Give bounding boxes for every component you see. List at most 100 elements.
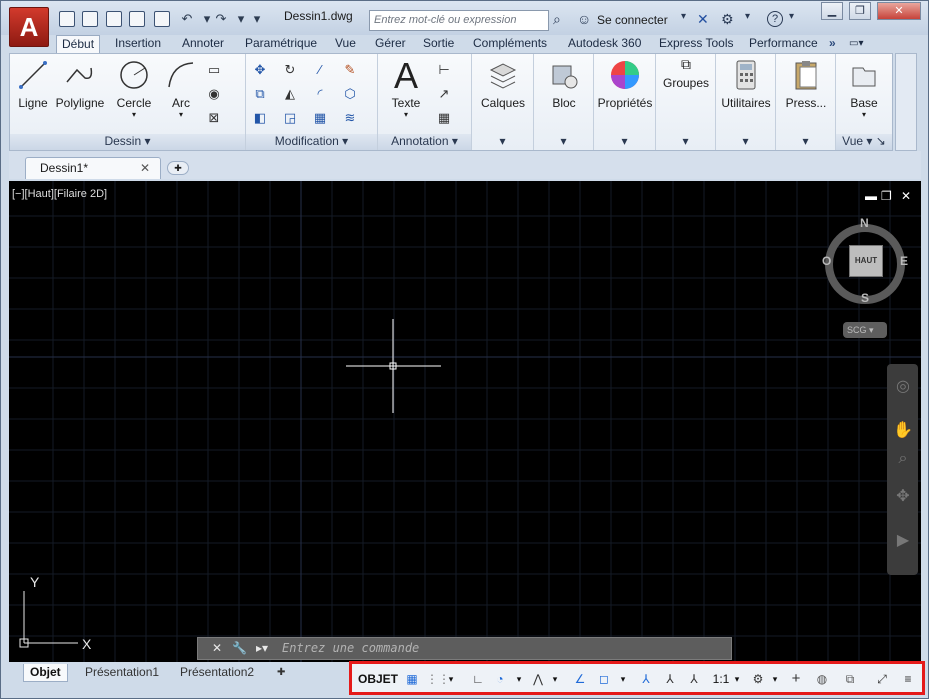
drawing-canvas[interactable]: [−][Haut][Filaire 2D] ▬ ❐ ✕ N S E O HAUT… bbox=[9, 181, 921, 662]
stretch-icon[interactable]: ◧ bbox=[252, 110, 268, 126]
redo-icon[interactable]: ↷ bbox=[213, 11, 229, 27]
print-icon[interactable] bbox=[154, 11, 170, 27]
save-as-icon[interactable] bbox=[129, 11, 145, 27]
qat-customize-icon[interactable]: ▾ bbox=[249, 11, 265, 27]
clipboard-button[interactable]: Press... bbox=[778, 58, 834, 110]
command-customize-icon[interactable]: 🔧 bbox=[232, 641, 247, 655]
workspace-gear-icon[interactable]: ⚙ bbox=[750, 671, 766, 687]
grid-icon[interactable]: ▦ bbox=[404, 671, 420, 687]
showmotion-icon[interactable]: ▶ bbox=[892, 530, 914, 552]
tab-insertion[interactable]: Insertion bbox=[110, 35, 166, 53]
properties-dropdown-icon[interactable]: ▾ bbox=[594, 134, 655, 150]
rectangle-icon[interactable]: ▭ bbox=[206, 62, 222, 78]
groups-dropdown-icon[interactable]: ▾ bbox=[656, 134, 715, 150]
compass-south[interactable]: S bbox=[861, 291, 869, 305]
isometric-dropdown-icon[interactable]: ▾ bbox=[550, 671, 560, 687]
leader-icon[interactable]: ↗ bbox=[436, 86, 452, 102]
new-file-icon[interactable] bbox=[59, 11, 75, 27]
search-input[interactable]: Entrez mot-clé ou expression bbox=[369, 10, 549, 31]
customization-menu-icon[interactable]: ≡ bbox=[900, 671, 916, 687]
tab-complements[interactable]: Compléments bbox=[468, 35, 552, 53]
sign-in-button[interactable]: Se connecter bbox=[597, 13, 668, 27]
viewport-restore-icon[interactable]: ❐ bbox=[881, 189, 892, 203]
text-button[interactable]: A Texte ▾ bbox=[386, 58, 426, 120]
help-icon[interactable]: ? bbox=[767, 11, 783, 27]
compass-north[interactable]: N bbox=[860, 216, 869, 230]
binoculars-icon[interactable]: ⌕ bbox=[553, 11, 561, 28]
annotation-visibility-icon[interactable]: ⅄ bbox=[638, 671, 654, 687]
new-document-tab-button[interactable]: ✚ bbox=[167, 161, 189, 175]
mirror-icon[interactable]: ◭ bbox=[282, 86, 298, 102]
array-icon[interactable]: ▦ bbox=[312, 110, 328, 126]
tab-gerer[interactable]: Gérer bbox=[370, 35, 411, 53]
exchange-icon[interactable]: ✕ bbox=[697, 11, 709, 28]
dimension-icon[interactable]: ⊢ bbox=[436, 62, 452, 78]
rotate-icon[interactable]: ↻ bbox=[282, 62, 298, 78]
properties-button[interactable]: Propriétés bbox=[596, 58, 654, 110]
panel-vue-title[interactable]: Vue ▾ ↘ bbox=[836, 134, 892, 150]
object-snap-tracking-icon[interactable]: ∠ bbox=[572, 671, 588, 687]
application-menu-button[interactable]: A bbox=[9, 7, 49, 47]
hardware-acceleration-icon[interactable]: ⧉ bbox=[842, 671, 858, 687]
steering-wheel-icon[interactable]: ◎ bbox=[892, 376, 914, 398]
tab-express-tools[interactable]: Express Tools bbox=[654, 35, 738, 53]
snap-icon[interactable]: ⋮⋮ bbox=[426, 671, 450, 687]
table-icon[interactable]: ▦ bbox=[436, 110, 452, 126]
workspace-dropdown-icon[interactable]: ▾ bbox=[770, 671, 780, 687]
panel-modification-title[interactable]: Modification ▾ bbox=[246, 134, 377, 150]
object-snap-icon[interactable]: ◻ bbox=[596, 671, 612, 687]
document-tab[interactable]: Dessin1* ✕ bbox=[25, 157, 161, 179]
open-file-icon[interactable] bbox=[82, 11, 98, 27]
viewport-minimize-icon[interactable]: ▬ bbox=[865, 189, 877, 203]
user-icon[interactable]: ☺ bbox=[577, 11, 591, 27]
panel-annotation-title[interactable]: Annotation ▾ bbox=[378, 134, 471, 150]
offset-icon[interactable]: ≋ bbox=[342, 110, 358, 126]
model-space-button[interactable]: OBJET bbox=[356, 671, 400, 687]
clipboard-dropdown-icon[interactable]: ▾ bbox=[776, 134, 835, 150]
help-dropdown-icon[interactable]: ▾ bbox=[789, 11, 794, 22]
tab-performance[interactable]: Performance bbox=[744, 35, 823, 53]
scale-icon[interactable]: ◲ bbox=[282, 110, 298, 126]
polyline-button[interactable]: Polyligne bbox=[54, 58, 106, 110]
fillet-icon[interactable]: ◜ bbox=[312, 86, 328, 102]
panel-dessin-title[interactable]: Dessin ▾ bbox=[10, 134, 245, 150]
orbit-icon[interactable]: ✥ bbox=[892, 486, 914, 508]
tab-parametrique[interactable]: Paramétrique bbox=[240, 35, 322, 53]
compass-east[interactable]: E bbox=[900, 254, 908, 268]
viewport-controls-label[interactable]: [−][Haut][Filaire 2D] bbox=[12, 188, 107, 200]
apps-dropdown-icon[interactable]: ▾ bbox=[745, 11, 750, 22]
utilities-dropdown-icon[interactable]: ▾ bbox=[716, 134, 775, 150]
clean-screen-icon[interactable]: ⤢ bbox=[874, 671, 890, 687]
maximize-button[interactable]: ❐ bbox=[849, 2, 871, 20]
scale-dropdown-icon[interactable]: ▾ bbox=[732, 671, 742, 687]
redo-dropdown-icon[interactable]: ▾ bbox=[233, 11, 249, 27]
hatch-icon[interactable]: ◉ bbox=[206, 86, 222, 102]
auto-scale-icon[interactable]: ⅄ bbox=[662, 671, 678, 687]
compass-west[interactable]: O bbox=[822, 254, 831, 268]
snap-dropdown-icon[interactable]: ▾ bbox=[446, 671, 456, 687]
more-tabs-icon[interactable]: » bbox=[824, 35, 841, 53]
command-history-icon[interactable]: ▸▾ bbox=[256, 641, 268, 655]
command-input[interactable]: Entrez une commande bbox=[282, 641, 722, 657]
ucs-menu-button[interactable]: SCG ▾ bbox=[843, 322, 887, 338]
boundary-icon[interactable]: ⊠ bbox=[206, 110, 222, 126]
autodesk360-icon[interactable]: ⚙ bbox=[721, 11, 734, 28]
isometric-icon[interactable]: ⋀ bbox=[530, 671, 546, 687]
ribbon-minimize-icon[interactable]: ▭▾ bbox=[844, 35, 868, 53]
erase-icon[interactable]: ✎ bbox=[342, 62, 358, 78]
document-tab-close-icon[interactable]: ✕ bbox=[140, 161, 150, 175]
tab-presentation1[interactable]: Présentation1 bbox=[79, 664, 165, 682]
close-button[interactable]: ✕ bbox=[877, 2, 921, 20]
polar-tracking-icon[interactable]: ◔ bbox=[492, 671, 508, 687]
line-button[interactable]: Ligne bbox=[16, 58, 50, 110]
arc-button[interactable]: Arc ▾ bbox=[162, 58, 200, 119]
move-icon[interactable]: ✥ bbox=[252, 62, 268, 78]
tab-sortie[interactable]: Sortie bbox=[418, 35, 459, 53]
scale-selector[interactable]: 1:1 bbox=[710, 671, 732, 687]
pan-icon[interactable]: ✋ bbox=[892, 420, 914, 442]
command-close-icon[interactable]: ✕ bbox=[212, 641, 222, 655]
minimize-button[interactable]: ▁ bbox=[821, 2, 843, 20]
sign-in-dropdown-icon[interactable]: ▾ bbox=[681, 11, 686, 22]
new-layout-button[interactable]: ✚ bbox=[271, 664, 291, 682]
base-view-button[interactable]: Base ▾ bbox=[840, 58, 888, 119]
